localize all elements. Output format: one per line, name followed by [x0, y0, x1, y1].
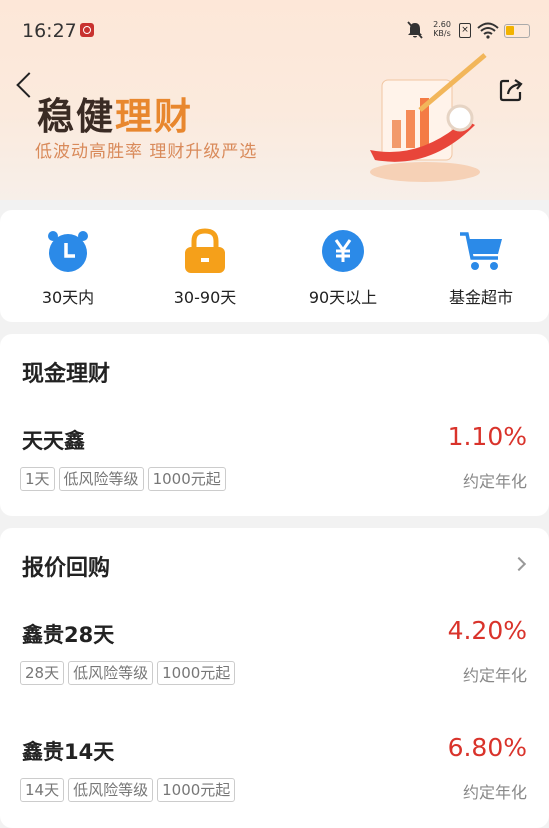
status-time: 16:27: [22, 20, 77, 42]
yen-icon: [320, 228, 366, 274]
rate-label: 约定年化: [462, 666, 527, 685]
tag-risk: 低风险等级: [68, 778, 154, 802]
nav-90-plus-days[interactable]: 90天以上: [283, 228, 403, 308]
tag-minimum: 1000元起: [147, 467, 226, 491]
rate-label: 约定年化: [462, 472, 527, 491]
nav-label: 30-90天: [173, 288, 237, 307]
rate-label: 约定年化: [462, 783, 527, 802]
product-name: 鑫贵28天: [22, 623, 115, 647]
product-tags: 14天 低风险等级 1000元起: [20, 778, 236, 802]
product-tags: 28天 低风险等级 1000元起: [20, 661, 236, 685]
battery-level: [506, 26, 514, 35]
battery-icon: [504, 24, 530, 38]
app-notification-icon: [80, 23, 94, 37]
product-name: 天天鑫: [22, 429, 85, 453]
product-name: 鑫贵14天: [22, 740, 115, 764]
product-rate: 6.80%: [447, 733, 527, 762]
tag-risk: 低风险等级: [58, 467, 144, 491]
nav-label: 30天内: [41, 288, 95, 307]
chevron-right-icon: [511, 556, 527, 572]
nav-label: 90天以上: [308, 288, 378, 307]
net-speed-value: 2.60: [433, 20, 451, 29]
quote-repo-card: 报价回购 鑫贵28天 4.20% 约定年化 28天 低风险等级 1000元起 鑫…: [0, 528, 549, 828]
sim-icon: ×: [459, 23, 471, 38]
tag-term: 28天: [20, 661, 65, 685]
header-banner: 16:27 2.60 KB/s × 稳健理财 低波动高胜率 理财升级严选: [0, 0, 549, 200]
section-title: 报价回购: [22, 556, 111, 581]
product-rate: 4.20%: [447, 616, 527, 645]
nav-30-days[interactable]: 30天内: [8, 228, 128, 308]
net-speed: 2.60 KB/s: [430, 20, 454, 38]
tag-term: 1天: [20, 467, 55, 491]
section-title: 现金理财: [22, 362, 111, 387]
tag-minimum: 1000元起: [157, 661, 236, 685]
tag-minimum: 1000元起: [157, 778, 236, 802]
product-rate: 1.10%: [447, 422, 527, 451]
finance-illustration: [370, 53, 487, 182]
term-nav-card: 30天内 30-90天 90天以上 基金超市: [0, 210, 549, 322]
clock-icon: [45, 228, 91, 274]
nav-fund-market[interactable]: 基金超市: [421, 228, 541, 308]
lock-icon: [182, 228, 228, 274]
title-part2: 理财: [115, 95, 193, 138]
product-tags: 1天 低风险等级 1000元起: [20, 467, 226, 491]
share-icon[interactable]: [498, 77, 524, 103]
cash-management-card: 现金理财 天天鑫 1.10% 约定年化 1天 低风险等级 1000元起: [0, 334, 549, 516]
cart-icon: [458, 228, 504, 274]
page-title: 稳健理财: [37, 86, 193, 140]
nav-label: 基金超市: [448, 288, 513, 307]
tag-risk: 低风险等级: [68, 661, 154, 685]
title-part1: 稳健: [37, 95, 115, 138]
nav-30-90-days[interactable]: 30-90天: [145, 228, 265, 308]
net-speed-unit: KB/s: [433, 29, 451, 38]
tag-term: 14天: [20, 778, 65, 802]
page-subtitle: 低波动高胜率 理财升级严选: [35, 142, 258, 162]
